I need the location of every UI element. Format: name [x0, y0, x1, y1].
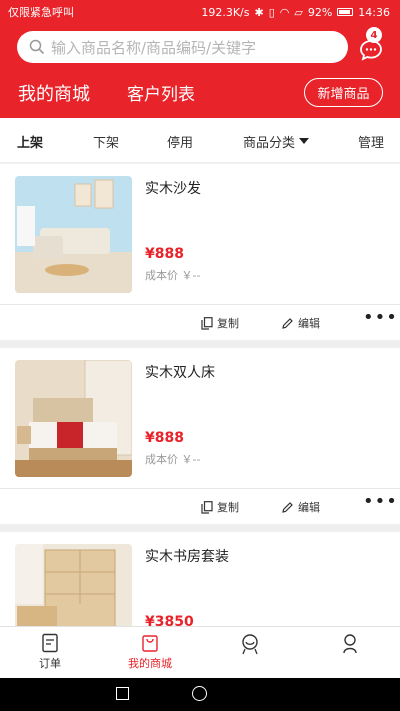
- product-card[interactable]: 实木沙发 ¥888 成本价 ￥-- 复制 编辑 •••: [0, 164, 400, 340]
- search-input[interactable]: 输入商品名称/商品编码/关键字: [17, 31, 348, 63]
- product-name: 实木沙发: [145, 181, 201, 197]
- card-divider: [0, 304, 400, 305]
- copy-label: 复制: [217, 317, 239, 330]
- nav-my-shop[interactable]: 我的商城: [110, 633, 190, 671]
- filter-disabled[interactable]: 停用: [167, 132, 193, 151]
- battery-icon: [337, 8, 354, 16]
- product-cost: 成本价 ￥--: [145, 453, 201, 466]
- user-icon: [343, 634, 357, 654]
- tab-customer-list[interactable]: 客户列表: [127, 80, 195, 105]
- system-nav-bar: [0, 678, 400, 711]
- status-indicators: 192.3K/s ✱ ▯ ◠ ▱ 92% 14:36: [201, 6, 390, 19]
- app-header: 输入商品名称/商品编码/关键字 4 我的商城 客户列表 新增商品: [0, 24, 400, 118]
- product-image-study[interactable]: [15, 544, 132, 626]
- product-price: ¥888: [145, 430, 184, 446]
- network-speed: 192.3K/s: [201, 5, 250, 19]
- filter-bar: 上架 下架 停用 商品分类 管理: [0, 118, 400, 162]
- recents-icon[interactable]: [116, 687, 129, 700]
- add-product-button[interactable]: 新增商品: [304, 78, 383, 107]
- product-price: ¥3850: [145, 614, 194, 626]
- bottom-nav: 订单 我的商城: [0, 626, 400, 678]
- status-bar: 仅限紧急呼叫 192.3K/s ✱ ▯ ◠ ▱ 92% 14:36: [0, 0, 400, 24]
- wifi-icon: ◠: [279, 5, 290, 19]
- nav-orders[interactable]: 订单: [10, 633, 90, 671]
- carrier-text: 仅限紧急呼叫: [8, 6, 74, 19]
- bluetooth-icon: ✱: [254, 5, 264, 19]
- copy-button[interactable]: 复制: [201, 499, 239, 515]
- clock: 14:36: [358, 5, 390, 19]
- edit-button[interactable]: 编辑: [281, 499, 320, 515]
- filter-manage[interactable]: 管理: [358, 132, 384, 151]
- product-cost: 成本价 ￥--: [145, 269, 201, 282]
- service-icon: [242, 634, 258, 655]
- order-icon: [42, 633, 58, 653]
- tab-my-shop[interactable]: 我的商城: [18, 80, 90, 106]
- search-icon: [29, 39, 45, 55]
- nav-orders-label: 订单: [39, 657, 61, 670]
- battery-percent: 92%: [307, 5, 333, 19]
- product-name: 实木双人床: [145, 365, 215, 381]
- product-card[interactable]: 实木书房套装 ¥3850: [0, 532, 400, 626]
- product-image-sofa[interactable]: [15, 176, 132, 293]
- vibrate-icon: ▯: [268, 5, 275, 19]
- pencil-icon: [282, 317, 293, 329]
- copy-icon: [201, 316, 213, 330]
- shop-bag-icon: [142, 635, 158, 652]
- filter-category[interactable]: 商品分类: [243, 132, 310, 151]
- product-price: ¥888: [145, 246, 184, 262]
- edit-label: 编辑: [298, 317, 320, 330]
- edit-label: 编辑: [298, 501, 320, 514]
- card-divider: [0, 488, 400, 489]
- sim-icon: ▱: [294, 5, 303, 19]
- more-icon[interactable]: •••: [363, 493, 398, 511]
- filter-off-shelf[interactable]: 下架: [93, 132, 119, 151]
- copy-icon: [201, 500, 213, 514]
- pencil-icon: [282, 501, 293, 513]
- nav-service[interactable]: [210, 633, 290, 655]
- nav-profile[interactable]: [310, 633, 390, 655]
- product-image-bed[interactable]: [15, 360, 132, 477]
- triangle-down-icon: [299, 138, 310, 144]
- filter-category-label: 商品分类: [243, 136, 296, 151]
- nav-my-shop-label: 我的商城: [128, 657, 172, 670]
- more-icon[interactable]: •••: [363, 309, 398, 327]
- product-name: 实木书房套装: [145, 549, 229, 565]
- copy-button[interactable]: 复制: [201, 315, 239, 331]
- filter-on-shelf[interactable]: 上架: [17, 132, 43, 151]
- search-placeholder: 输入商品名称/商品编码/关键字: [51, 38, 257, 57]
- edit-button[interactable]: 编辑: [281, 315, 320, 331]
- product-card[interactable]: 实木双人床 ¥888 成本价 ￥-- 复制 编辑 •••: [0, 348, 400, 524]
- copy-label: 复制: [217, 501, 239, 514]
- message-badge: 4: [366, 27, 382, 43]
- home-icon[interactable]: [192, 686, 207, 701]
